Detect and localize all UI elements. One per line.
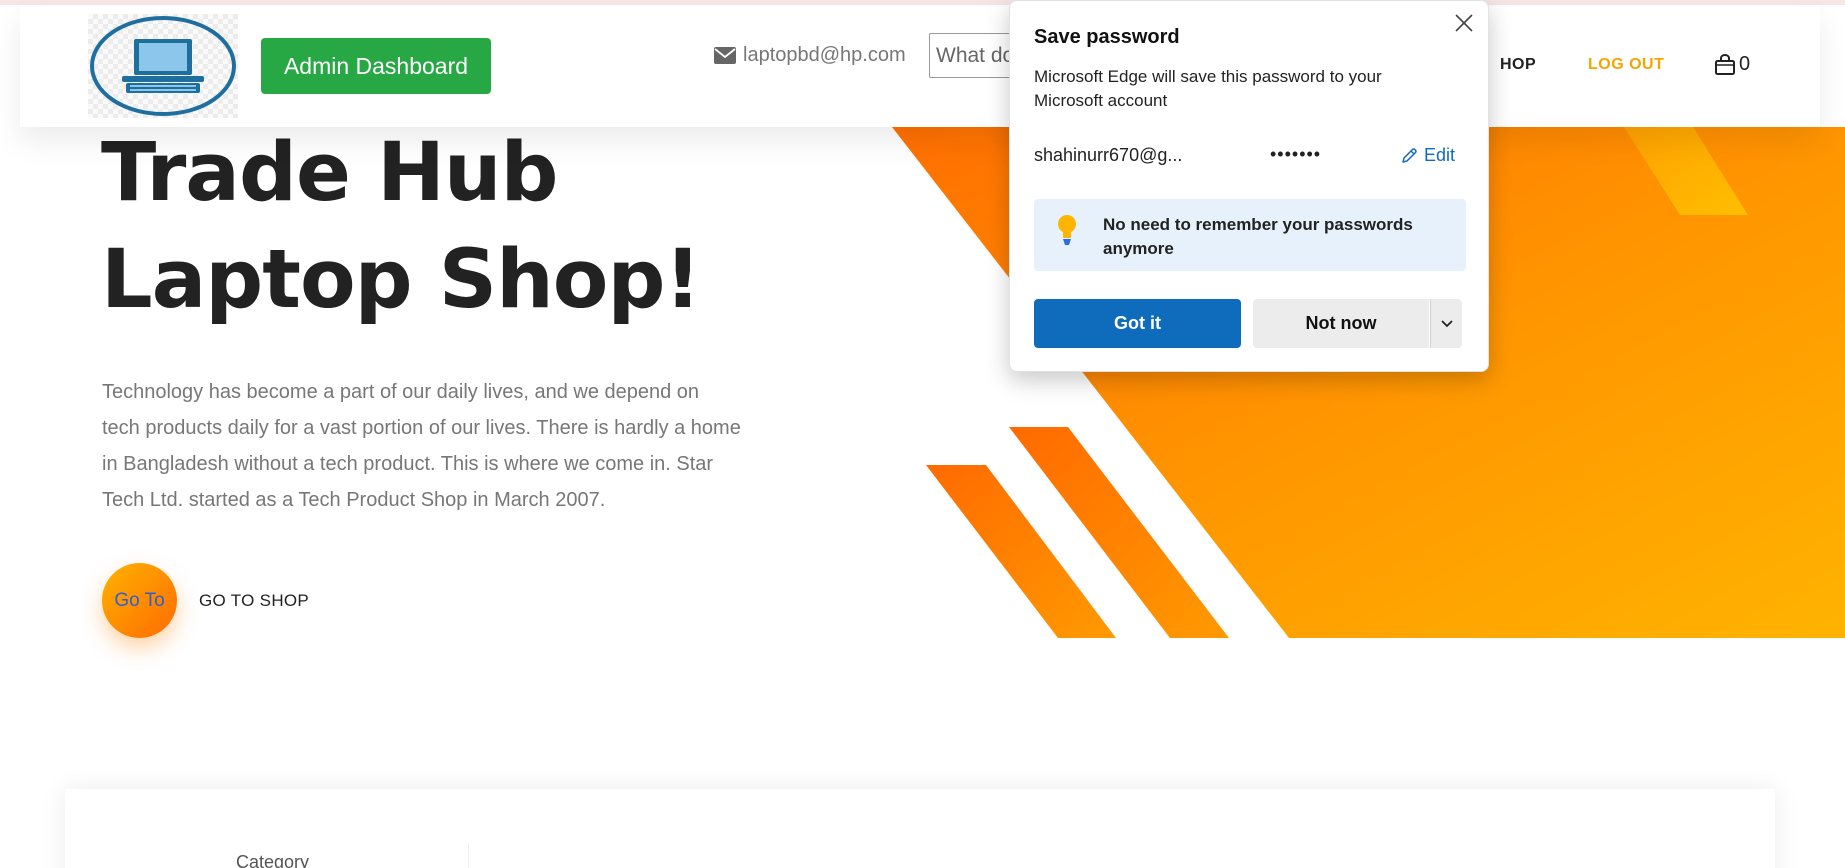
hero-title-line-2: Laptop Shop! (101, 233, 701, 327)
more-options-button[interactable] (1430, 299, 1462, 348)
password-tip-text: No need to remember your passwords anymo… (1103, 215, 1413, 258)
category-label: Category (236, 852, 310, 868)
category-panel: Category (65, 789, 1775, 868)
close-button[interactable] (1452, 11, 1476, 35)
edit-credentials-button[interactable]: Edit (1400, 145, 1455, 166)
lightbulb-icon (1058, 215, 1076, 245)
close-icon (1455, 14, 1473, 32)
admin-dashboard-button[interactable]: Admin Dashboard (261, 38, 491, 94)
edit-label: Edit (1424, 145, 1456, 165)
contact-email[interactable]: laptopbd@hp.com (714, 44, 906, 67)
site-logo[interactable] (88, 14, 238, 118)
got-it-button[interactable]: Got it (1034, 299, 1241, 348)
saved-username: shahinurr670@g... (1034, 145, 1183, 165)
hero-stripe-2 (1009, 427, 1229, 638)
hero-title: Trade Hub Laptop Shop! (101, 120, 801, 334)
popup-description: Microsoft Edge will save this password t… (1034, 67, 1382, 110)
nav-logout-link[interactable]: LOG OUT (1588, 56, 1664, 74)
save-password-popup: Save password Microsoft Edge will save t… (1009, 0, 1489, 372)
hero-small-stripe (1624, 127, 1748, 215)
shopping-bag-icon (1715, 53, 1735, 75)
contact-email-text: laptopbd@hp.com (743, 44, 906, 66)
hero-stripe-1 (926, 465, 1116, 638)
cart-count: 0 (1739, 53, 1751, 75)
password-tip: No need to remember your passwords anymo… (1034, 199, 1466, 271)
hero-description: Technology has become a part of our dail… (102, 381, 741, 511)
nav-shop-link[interactable]: HOP (1500, 56, 1536, 74)
not-now-button[interactable]: Not now (1253, 299, 1429, 348)
go-to-shop-link[interactable]: GO TO SHOP (199, 591, 309, 611)
cart-button[interactable]: 0 (1714, 53, 1750, 76)
laptop-icon (90, 16, 236, 116)
chevron-down-icon (1440, 319, 1453, 327)
hero-title-line-1: Trade Hub (101, 126, 559, 220)
browser-top-strip (0, 0, 1845, 5)
go-to-circle-button[interactable]: Go To (102, 563, 177, 638)
popup-title: Save password (1034, 26, 1180, 48)
category-divider (468, 844, 469, 868)
saved-password-mask: ••••••• (1270, 144, 1322, 164)
pencil-icon (1402, 147, 1417, 163)
site-header: Admin Dashboard laptopbd@hp.com HOP LOG … (20, 6, 1820, 127)
envelope-icon (714, 47, 736, 64)
